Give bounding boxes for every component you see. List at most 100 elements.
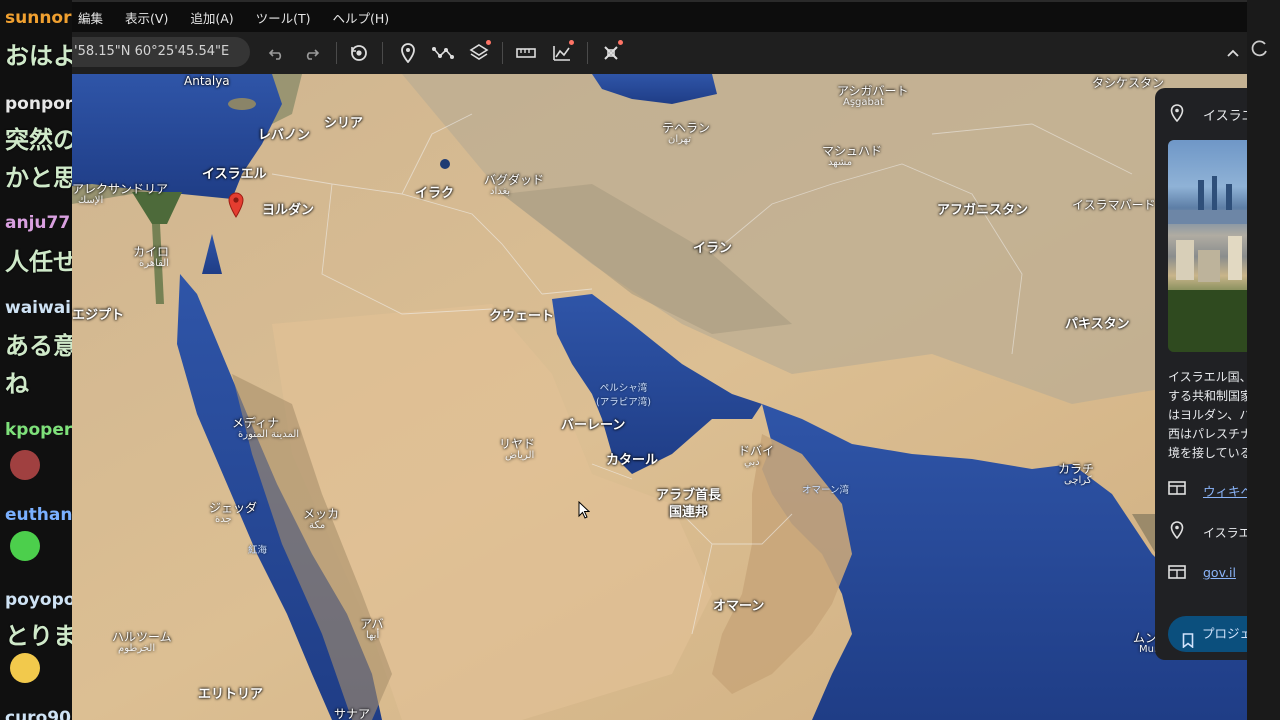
city-native-label: القاهرة	[139, 258, 169, 269]
chat-message-text: 人任せ	[5, 248, 72, 276]
chat-username: ponpor	[5, 94, 72, 114]
menu-view[interactable]: 表示(V)	[125, 8, 168, 27]
country-label[interactable]: クウェート	[489, 305, 554, 324]
chat-message-text: 突然の	[5, 126, 72, 154]
city-native-label: Aşgabat	[843, 97, 884, 108]
city-native-label: المدينة المنورة	[238, 429, 300, 440]
country-label[interactable]: レバノン	[258, 124, 310, 143]
screen: sunnor おはよ ponpor 突然の かと思 anju77 人任せ waiwai ある意ね…	[0, 0, 1280, 720]
card-photo[interactable]	[1168, 140, 1247, 352]
city-native-label: دبي	[744, 457, 760, 468]
city-label[interactable]: イスラマバード	[1072, 196, 1156, 213]
city-native-label: الإسك	[78, 195, 104, 206]
city-native-label: بغداد	[490, 186, 511, 197]
toolbar: '58.15"N 60°25'45.54"E	[72, 32, 1247, 74]
chat-message-text: ね	[5, 370, 29, 398]
chat-username: anju77	[5, 213, 71, 233]
country-label[interactable]: ヨルダン	[262, 199, 314, 218]
card-description-line: イスラエル国、	[1168, 370, 1247, 384]
placemark-icon[interactable]	[397, 42, 419, 64]
chat-message-text: おはよ	[5, 42, 72, 70]
earth-window: 編集 表示(V) 追加(A) ツール(T) ヘルプ(H) '58.15"N 60…	[72, 0, 1247, 720]
chat-username: sunnor	[5, 8, 72, 28]
country-label[interactable]: イラン	[693, 237, 732, 256]
website-icon	[1168, 564, 1188, 584]
layers-icon[interactable]	[468, 42, 490, 64]
menu-edit[interactable]: 編集	[78, 8, 103, 27]
country-label[interactable]: アフガニスタン	[937, 199, 1028, 218]
chat-username: curo90	[5, 708, 71, 720]
card-description-line: する共和制国家	[1168, 389, 1247, 403]
card-title: イスラエ	[1203, 109, 1247, 124]
card-description-line: 境を接している	[1168, 446, 1247, 460]
city-native-label: أبها	[366, 630, 380, 641]
city-label[interactable]: サナア	[334, 705, 370, 720]
city-native-label: الرياض	[505, 450, 535, 461]
wikipedia-link[interactable]: ウィキペ	[1203, 481, 1247, 500]
country-label[interactable]: バーレーン	[561, 414, 625, 433]
chat-emote-icon	[10, 450, 40, 480]
coordinates-field[interactable]: '58.15"N 60°25'45.54"E	[72, 37, 250, 67]
country-label[interactable]: 国連邦	[669, 501, 708, 520]
card-description-line: はヨルダン、ハ	[1168, 408, 1247, 422]
layers-notification-dot	[486, 40, 491, 45]
wikipedia-icon	[1168, 480, 1188, 500]
location-pin-icon	[1170, 104, 1184, 126]
chat-message-text: かと思	[5, 164, 72, 192]
satellite-icon[interactable]	[600, 42, 622, 64]
country-label[interactable]: カタール	[606, 449, 658, 468]
sea-label-gulf-of-oman: オマーン湾	[802, 485, 850, 496]
country-label[interactable]: イラク	[415, 182, 454, 201]
menu-add[interactable]: 追加(A)	[190, 8, 233, 27]
city-native-label: مكة	[309, 520, 326, 531]
window-edge	[1247, 0, 1280, 720]
country-label[interactable]: オマーン	[713, 595, 764, 614]
collapse-icon[interactable]	[1222, 42, 1244, 64]
add-to-project-label: プロジェ	[1202, 626, 1247, 641]
window-control-icon[interactable]	[1251, 40, 1269, 62]
chat-message-text: とりま	[5, 622, 72, 650]
country-label[interactable]: イスラエル	[202, 163, 267, 182]
chart-icon[interactable]	[551, 42, 573, 64]
country-label[interactable]: エジプト	[72, 304, 124, 323]
country-label[interactable]: シリア	[324, 112, 363, 131]
path-icon[interactable]	[432, 42, 454, 64]
sea-label-red-sea: 紅海	[248, 545, 268, 556]
city-label[interactable]: Antalya	[184, 74, 230, 88]
bookmark-icon	[1182, 626, 1194, 660]
redo-icon[interactable]	[300, 42, 322, 64]
city-native-label: الخرطوم	[118, 643, 156, 654]
menu-tools[interactable]: ツール(T)	[256, 8, 311, 27]
country-label[interactable]: エリトリア	[198, 683, 263, 702]
card-description-line: 西はパレスチナ	[1168, 427, 1247, 441]
placemark-pin-icon[interactable]	[228, 192, 244, 222]
chat-username: poyopo	[5, 590, 72, 610]
toolbar-divider	[587, 42, 588, 64]
toolbar-divider	[336, 42, 337, 64]
chat-overlay: sunnor おはよ ponpor 突然の かと思 anju77 人任せ waiwai ある意ね…	[0, 0, 72, 720]
address-pin-icon	[1170, 521, 1190, 541]
satellite-notification-dot	[618, 40, 623, 45]
chat-username: euthan	[5, 505, 72, 525]
ruler-icon[interactable]	[515, 42, 537, 64]
chat-emote-icon	[10, 531, 40, 561]
city-native-label: تهران	[668, 134, 692, 145]
city-native-label: مشهد	[828, 157, 853, 168]
chat-username: kpoper	[5, 420, 72, 440]
toolbar-divider	[502, 42, 503, 64]
undo-icon[interactable]	[266, 42, 288, 64]
add-to-project-button[interactable]: プロジェ	[1168, 616, 1247, 652]
toolbar-divider	[382, 42, 383, 64]
knowledge-card: イスラエ イスラエル国、 する共和制国家 はヨルダン、ハ 西はパレスチナ 境を接…	[1155, 88, 1247, 660]
country-label[interactable]: パキスタン	[1065, 313, 1130, 332]
menu-help[interactable]: ヘルプ(H)	[333, 8, 390, 27]
chat-username: waiwai	[5, 298, 72, 318]
city-label[interactable]: タシケスタン	[1092, 74, 1164, 91]
map-view[interactable]: ペルシャ湾 (アラビア湾) 紅海 オマーン湾 シリア レバノン イスラエル ヨルダンイ…	[72, 74, 1247, 720]
card-location-text: イスラエ	[1203, 526, 1247, 540]
mouse-cursor-icon	[578, 500, 591, 523]
history-icon[interactable]	[348, 42, 370, 64]
chat-emote-icon	[10, 653, 40, 683]
city-native-label: كراچی	[1064, 475, 1092, 486]
website-link[interactable]: gov.il	[1203, 565, 1236, 580]
